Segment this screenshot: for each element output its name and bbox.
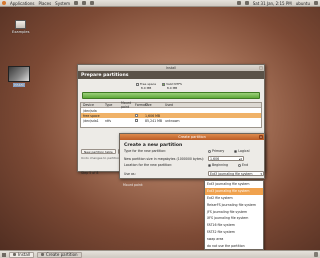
size-label: New partition size in megabytes (1000000… [124,156,205,161]
window-title: Install [165,66,177,70]
radio-icon [208,149,211,153]
folder-icon [15,20,27,29]
taskbar-item-create-partition[interactable]: Create partition [37,251,82,258]
undo-button[interactable]: Undo changes to partitions [81,156,122,160]
create-partition-dialog: Create partition × Create a new partitio… [119,133,265,179]
taskbar-item-install[interactable]: Install [9,251,35,258]
legend-size: 8.0 MB [166,86,178,90]
size-row: New partition size in megabytes (1000000… [124,156,244,161]
radio-icon [234,149,238,153]
desktop-icon-label: Examples [12,30,30,34]
legend-size: 8.0 MB [140,86,152,90]
cell-used: unknown [165,118,180,123]
column-header[interactable]: Used [165,103,259,107]
type-label: Type for the new partition: [124,149,167,153]
radio-beginning[interactable]: Beginning [208,163,228,167]
format-checkbox[interactable] [135,113,138,117]
dialog-title: Create partition [178,135,206,139]
cell-device: /dev/sda [83,108,97,113]
close-icon[interactable]: × [259,135,263,139]
dropdown-item[interactable]: FAT16 file system [205,222,263,229]
filesystem-dropdown: Ext3 journaling file system Ext3 journal… [204,180,264,250]
table-row[interactable]: /dev/sda1 ntfs 85,241 MB unknown [81,118,261,123]
dropdown-item[interactable]: JFS journaling file system [205,208,263,215]
swatch-icon [136,82,139,86]
top-panel: Applications Places System Sat 31 Jan, 2… [0,0,320,7]
dialog-titlebar[interactable]: Create partition × [120,134,264,140]
column-header[interactable]: Size [145,103,165,107]
location-label: Location for the new partition: [124,163,173,167]
format-checkbox[interactable] [135,118,138,122]
column-header[interactable]: Device [83,103,105,107]
cell-size: 85,241 MB [145,118,163,123]
app-icon [13,253,16,256]
power-icon[interactable] [314,1,318,5]
dropdown-item[interactable]: do not use the partition [205,242,263,249]
legend-free-space: Free space 8.0 MB [136,82,156,90]
trash-icon[interactable] [314,252,318,257]
browser-launcher-icon[interactable] [74,1,79,5]
column-header[interactable]: Format? [135,103,148,107]
radio-end[interactable]: End [238,163,248,167]
radio-logical[interactable]: Logical [234,149,250,153]
dropdown-item[interactable]: ReiserFS journaling file system [205,201,263,208]
mount-point-label: Mount point: [123,183,144,187]
mail-launcher-icon[interactable] [82,1,87,5]
installer-icon [8,66,30,82]
chevron-down-icon: ▾ [260,172,262,176]
close-icon[interactable]: × [259,66,263,70]
cell-device: free space [83,113,100,118]
spin-arrows-icon[interactable]: ▴▾ [239,157,242,161]
bottom-panel: Install Create partition [0,250,320,258]
location-row: Location for the new partition: Beginnin… [124,163,258,167]
network-icon[interactable] [236,1,241,5]
app-icon [41,253,45,256]
dropdown-item[interactable]: FAT32 file system [205,229,263,236]
dropdown-item[interactable]: XFS journaling file system [205,215,263,222]
radio-icon [238,163,242,167]
menu-system[interactable]: System [55,1,70,6]
dropdown-item[interactable]: Ext2 file system [205,195,263,202]
use-as-row: Use as: Ext3 journaling file system ▾ [124,171,264,176]
cell-device: /dev/sda1 [83,118,99,123]
help-launcher-icon[interactable] [90,1,95,5]
volume-icon[interactable] [244,1,249,5]
swatch-icon [162,82,166,86]
size-spinbox[interactable]: 1,606 ▴▾ [208,156,244,161]
step-indicator: Step 5 of 8 [81,171,99,175]
desktop-icon-label: Install [12,83,26,87]
cell-size: 1,606 MB [145,113,161,118]
legend-ntfs: Valid NTFS 8.0 MB [162,82,182,90]
dropdown-item[interactable]: swap area [205,235,263,242]
menu-applications[interactable]: Applications [10,1,34,6]
cell-type: ntfs [105,118,112,123]
new-partition-table-button[interactable]: New partition table [81,149,116,154]
desktop-icon-install[interactable]: Install [8,66,30,87]
dropdown-item[interactable]: Ext3 journaling file system [205,187,263,195]
use-as-label: Use as: [124,171,136,176]
type-row: Type for the new partition: Primary Logi… [124,149,260,153]
partition-bar [82,92,260,99]
clock[interactable]: Sat 31 Jan, 2:15 PM [253,1,292,6]
column-header[interactable]: Mount point [121,101,135,109]
radio-primary[interactable]: Primary [208,149,224,153]
ubuntu-logo-icon[interactable] [2,1,6,5]
use-as-combo[interactable]: Ext3 journaling file system ▾ [208,171,264,176]
column-header[interactable]: Type [105,103,121,107]
menu-places[interactable]: Places [38,1,51,6]
partition-table: Device Type Mount point Format? Size Use… [80,101,262,128]
installer-titlebar[interactable]: Install × [78,65,264,71]
show-desktop-icon[interactable] [2,252,6,257]
radio-icon [208,163,211,167]
page-title: Prepare partitions [78,71,264,79]
dropdown-item[interactable]: Ext3 journaling file system [205,181,263,188]
partition-legend: Free space 8.0 MB Valid NTFS 8.0 MB [136,82,264,90]
user-name[interactable]: ubuntu [296,1,310,6]
desktop-icon-examples[interactable]: Examples [11,20,30,34]
